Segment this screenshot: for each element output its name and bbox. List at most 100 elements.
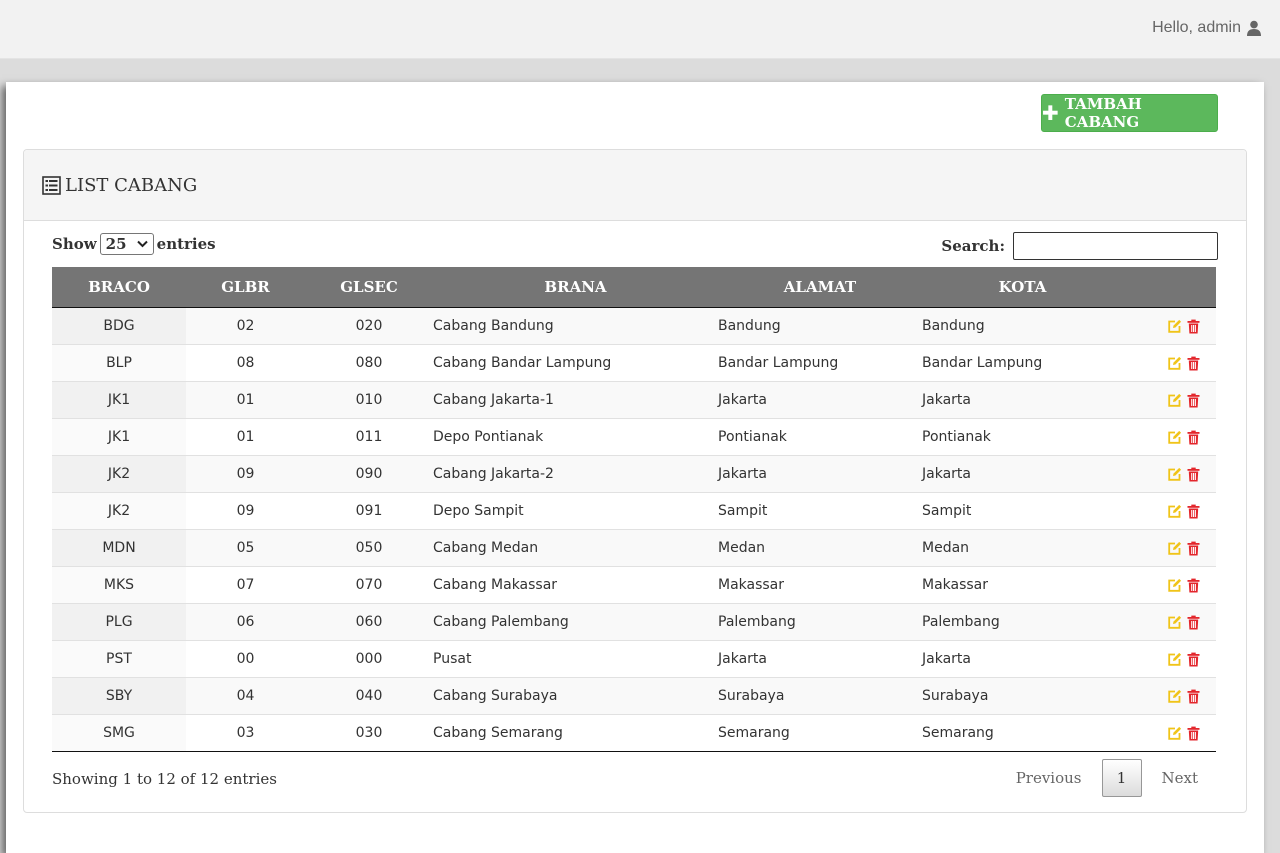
next-page-button[interactable]: Next — [1142, 769, 1219, 787]
edit-icon[interactable] — [1167, 689, 1182, 704]
add-branch-button[interactable]: ✚ TAMBAH CABANG — [1041, 94, 1218, 132]
edit-icon[interactable] — [1167, 319, 1182, 334]
delete-icon[interactable] — [1186, 504, 1201, 519]
cell-brana: Cabang Jakarta-2 — [433, 455, 718, 493]
cell-glsec: 060 — [305, 603, 433, 641]
cell-glsec: 090 — [305, 455, 433, 493]
edit-icon[interactable] — [1167, 541, 1182, 556]
cell-glbr: 01 — [186, 418, 305, 456]
cell-brana: Cabang Surabaya — [433, 677, 718, 715]
table-row: JK1 01 010 Cabang Jakarta-1 Jakarta Jakarta — [52, 381, 1216, 419]
column-header-glsec[interactable]: GLSEC — [305, 267, 433, 308]
delete-icon[interactable] — [1186, 652, 1201, 667]
cell-actions — [1123, 381, 1216, 419]
edit-icon[interactable] — [1167, 615, 1182, 630]
cell-actions — [1123, 603, 1216, 641]
edit-icon[interactable] — [1167, 356, 1182, 371]
table-row: BLP 08 080 Cabang Bandar Lampung Bandar Lamp… — [52, 344, 1216, 382]
delete-icon[interactable] — [1186, 689, 1201, 704]
cell-glbr: 08 — [186, 344, 305, 382]
edit-icon[interactable] — [1167, 652, 1182, 667]
delete-icon[interactable] — [1186, 356, 1201, 371]
column-header-alamat[interactable]: ALAMAT — [718, 267, 922, 308]
cell-alamat: Makassar — [718, 566, 922, 604]
column-header-kota[interactable]: KOTA — [922, 267, 1123, 308]
cell-kota: Jakarta — [922, 640, 1123, 678]
column-header-braco[interactable]: BRACO — [52, 267, 186, 308]
cell-brana: Cabang Medan — [433, 529, 718, 567]
cell-brana: Depo Sampit — [433, 492, 718, 530]
cell-actions — [1123, 529, 1216, 567]
delete-icon[interactable] — [1186, 615, 1201, 630]
cell-glsec: 011 — [305, 418, 433, 456]
cell-glsec: 040 — [305, 677, 433, 715]
previous-page-button[interactable]: Previous — [996, 769, 1102, 787]
cell-glbr: 09 — [186, 455, 305, 493]
cell-kota: Jakarta — [922, 381, 1123, 419]
table-row: SMG 03 030 Cabang Semarang Semarang Semarang — [52, 714, 1216, 752]
edit-icon[interactable] — [1167, 430, 1182, 445]
edit-icon[interactable] — [1167, 467, 1182, 482]
delete-icon[interactable] — [1186, 319, 1201, 334]
row-actions — [1123, 467, 1216, 482]
cell-braco: JK1 — [52, 418, 186, 456]
cell-glbr: 05 — [186, 529, 305, 567]
delete-icon[interactable] — [1186, 578, 1201, 593]
cell-alamat: Sampit — [718, 492, 922, 530]
length-prefix: Show — [52, 235, 97, 253]
cell-brana: Cabang Semarang — [433, 714, 718, 752]
table-row: BDG 02 020 Cabang Bandung Bandung Bandung — [52, 307, 1216, 345]
list-icon — [42, 175, 61, 195]
table-row: JK2 09 090 Cabang Jakarta-2 Jakarta Jakarta — [52, 455, 1216, 493]
cell-brana: Cabang Makassar — [433, 566, 718, 604]
add-branch-label: TAMBAH CABANG — [1064, 95, 1142, 131]
length-value: 25 — [105, 235, 127, 253]
cell-glbr: 04 — [186, 677, 305, 715]
delete-icon[interactable] — [1186, 393, 1201, 408]
table-row: JK1 01 011 Depo Pontianak Pontianak Pontianak — [52, 418, 1216, 456]
edit-icon[interactable] — [1167, 726, 1182, 741]
row-actions — [1123, 652, 1216, 667]
user-icon — [1247, 20, 1261, 36]
delete-icon[interactable] — [1186, 541, 1201, 556]
plus-icon: ✚ — [1042, 101, 1059, 125]
pagination: Previous 1 Next — [996, 759, 1218, 797]
cell-braco: JK2 — [52, 455, 186, 493]
cell-actions — [1123, 640, 1216, 678]
cell-alamat: Jakarta — [718, 640, 922, 678]
cell-glbr: 00 — [186, 640, 305, 678]
user-greeting[interactable]: Hello, admin — [1152, 19, 1262, 37]
delete-icon[interactable] — [1186, 430, 1201, 445]
edit-icon[interactable] — [1167, 504, 1182, 519]
search-input[interactable] — [1013, 232, 1218, 260]
cell-glsec: 030 — [305, 714, 433, 752]
cell-glsec: 010 — [305, 381, 433, 419]
branch-list-panel: LIST CABANG Show 25 entries Search: BRAC… — [23, 149, 1247, 813]
cell-actions — [1123, 492, 1216, 530]
cell-brana: Cabang Palembang — [433, 603, 718, 641]
cell-glbr: 07 — [186, 566, 305, 604]
edit-icon[interactable] — [1167, 578, 1182, 593]
column-header-glbr[interactable]: GLBR — [186, 267, 305, 308]
row-actions — [1123, 578, 1216, 593]
top-navbar: Hello, admin — [0, 0, 1280, 59]
cell-brana: Cabang Bandar Lampung — [433, 344, 718, 382]
cell-actions — [1123, 344, 1216, 382]
cell-braco: PST — [52, 640, 186, 678]
row-actions — [1123, 726, 1216, 741]
greeting-text: Hello, admin — [1152, 19, 1241, 36]
table-row: PST 00 000 Pusat Jakarta Jakarta — [52, 640, 1216, 678]
cell-brana: Cabang Jakarta-1 — [433, 381, 718, 419]
delete-icon[interactable] — [1186, 726, 1201, 741]
edit-icon[interactable] — [1167, 393, 1182, 408]
cell-kota: Jakarta — [922, 455, 1123, 493]
column-header-brana[interactable]: BRANA — [433, 267, 718, 308]
cell-kota: Bandung — [922, 307, 1123, 345]
page-button-1[interactable]: 1 — [1101, 759, 1142, 797]
delete-icon[interactable] — [1186, 467, 1201, 482]
entries-per-page-select[interactable]: 25 — [99, 233, 154, 255]
cell-braco: PLG — [52, 603, 186, 641]
cell-brana: Pusat — [433, 640, 718, 678]
cell-glsec: 070 — [305, 566, 433, 604]
cell-braco: JK2 — [52, 492, 186, 530]
